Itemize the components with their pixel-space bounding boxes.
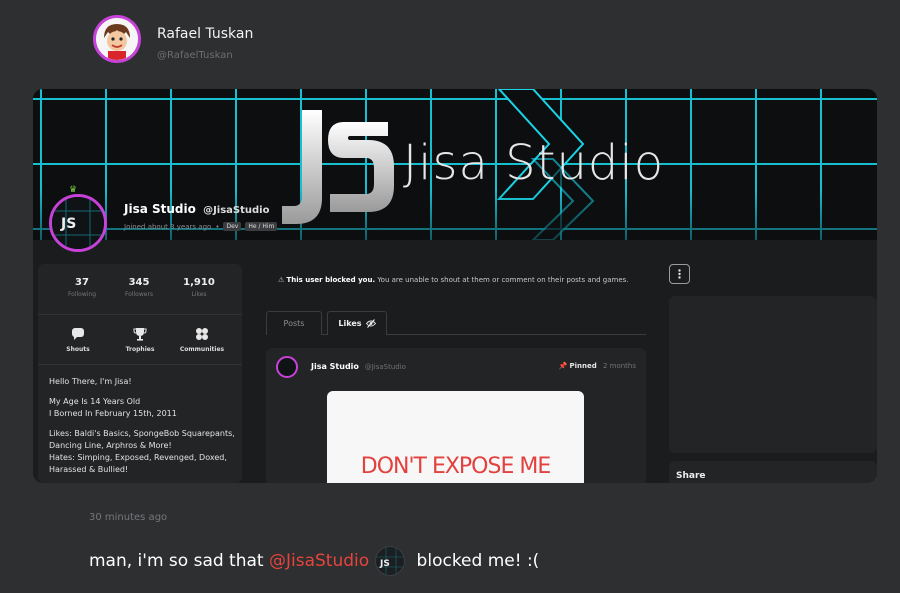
mini-logo-text: JS (379, 559, 390, 569)
nav-communities: Communities (172, 326, 232, 353)
post-image-text: DON'T EXPOSE ME (360, 454, 552, 479)
profile-name: Jisa Studio @JisaStudio (124, 202, 269, 216)
stat-label: Following (67, 291, 97, 298)
bio-greeting: Hello There, I'm Jisa! (49, 377, 132, 386)
tab-label: Likes (338, 319, 362, 328)
stat-value: 37 (75, 277, 89, 288)
bio-likes: Likes: Baldi's Basics, SpongeBob Squarep… (49, 429, 235, 450)
eye-off-icon (365, 319, 376, 328)
communities-icon (172, 326, 232, 342)
pinned-label: Pinned (569, 362, 597, 370)
tab-likes[interactable]: Likes (327, 311, 387, 335)
divider (38, 314, 242, 315)
profile-avatar: JS (49, 194, 107, 252)
share-panel: Share (669, 461, 877, 483)
banner-title: Jisa Studio (403, 135, 665, 191)
post-image: DON'T EXPOSE ME (327, 391, 584, 483)
attached-screenshot[interactable]: Jisa Studio ♛ JS Jisa Studio @JisaStudio… (33, 89, 877, 483)
post-message: man, i'm so sad that @JisaStudio JS bloc… (89, 546, 539, 576)
blocked-notice-rest: You are unable to shout at them or comme… (375, 276, 629, 284)
trophy-icon (110, 326, 170, 342)
bio-hates: Hates: Simping, Exposed, Revenged, Doxed… (49, 453, 227, 474)
stat-value: 1,910 (183, 277, 215, 288)
message-text-after: blocked me! :( (411, 551, 540, 571)
shouts-icon (48, 326, 108, 342)
stat-likes: 1,910 Likes (169, 277, 229, 298)
profile-sidebar-card: 37 Following 345 Followers 1,910 Likes S… (38, 264, 242, 483)
post-timestamp: 30 minutes ago (89, 512, 168, 523)
right-panel (669, 296, 877, 453)
author-name[interactable]: Rafael Tuskan (157, 26, 253, 42)
profile-bio: Hello There, I'm Jisa! My Age Is 14 Year… (49, 376, 235, 476)
profile-handle: @JisaStudio (203, 205, 270, 216)
stat-followers: 345 Followers (109, 277, 169, 298)
stat-label: Likes (191, 291, 207, 298)
avatar-logo-text: JS (60, 216, 76, 232)
joined-text: Joined about 3 years ago (124, 222, 212, 231)
post-author-handle: @JisaStudio (364, 363, 406, 371)
separator: • (215, 222, 220, 231)
bio-age: My Age Is 14 Years Old (49, 397, 141, 406)
post-author-avatar (276, 356, 298, 378)
blocked-notice-bold: This user blocked you. (286, 276, 376, 284)
author-avatar[interactable] (93, 15, 141, 63)
profile-banner: Jisa Studio (33, 89, 877, 240)
post-age: 2 months (602, 362, 636, 370)
stat-label: Followers (124, 291, 154, 298)
mention-avatar[interactable]: JS (375, 546, 406, 576)
badge-pronouns: He / Him (245, 222, 278, 231)
blocked-notice: ⚠ This user blocked you. You are unable … (278, 276, 629, 284)
message-text-before: man, i'm so sad that (89, 551, 269, 571)
js-logo (282, 110, 394, 224)
post-author: Jisa Studio @JisaStudio (311, 362, 406, 371)
warning-icon: ⚠ (278, 276, 285, 284)
pin-icon: 📌 (558, 362, 568, 370)
nav-trophies: Trophies (110, 326, 170, 353)
profile-tabs: Posts Likes (266, 311, 646, 335)
tab-label: Posts (283, 319, 305, 328)
mention-link[interactable]: @JisaStudio (269, 551, 369, 571)
share-label: Share (676, 471, 706, 481)
post-author-name: Jisa Studio (311, 362, 359, 371)
bio-born: I Borned In February 15th, 2011 (49, 409, 177, 418)
profile-joined-row: Joined about 3 years ago • Dev He / Him (124, 222, 278, 231)
more-options-button (669, 264, 690, 284)
badge-dev: Dev (223, 222, 242, 231)
author-handle[interactable]: @RafaelTuskan (157, 50, 233, 61)
pinned-post-card: Jisa Studio @JisaStudio 📌 Pinned 2 month… (266, 348, 646, 483)
more-vertical-icon (678, 269, 681, 279)
stat-following: 37 Following (52, 277, 112, 298)
nav-shouts: Shouts (48, 326, 108, 353)
tab-posts[interactable]: Posts (266, 311, 322, 335)
pinned-indicator: 📌 Pinned 2 months (559, 362, 637, 370)
profile-display-name: Jisa Studio (124, 202, 196, 216)
stat-value: 345 (128, 277, 150, 288)
nav-label: Trophies (125, 346, 155, 353)
divider (38, 364, 242, 365)
nav-label: Shouts (66, 346, 90, 353)
nav-label: Communities (179, 346, 225, 353)
